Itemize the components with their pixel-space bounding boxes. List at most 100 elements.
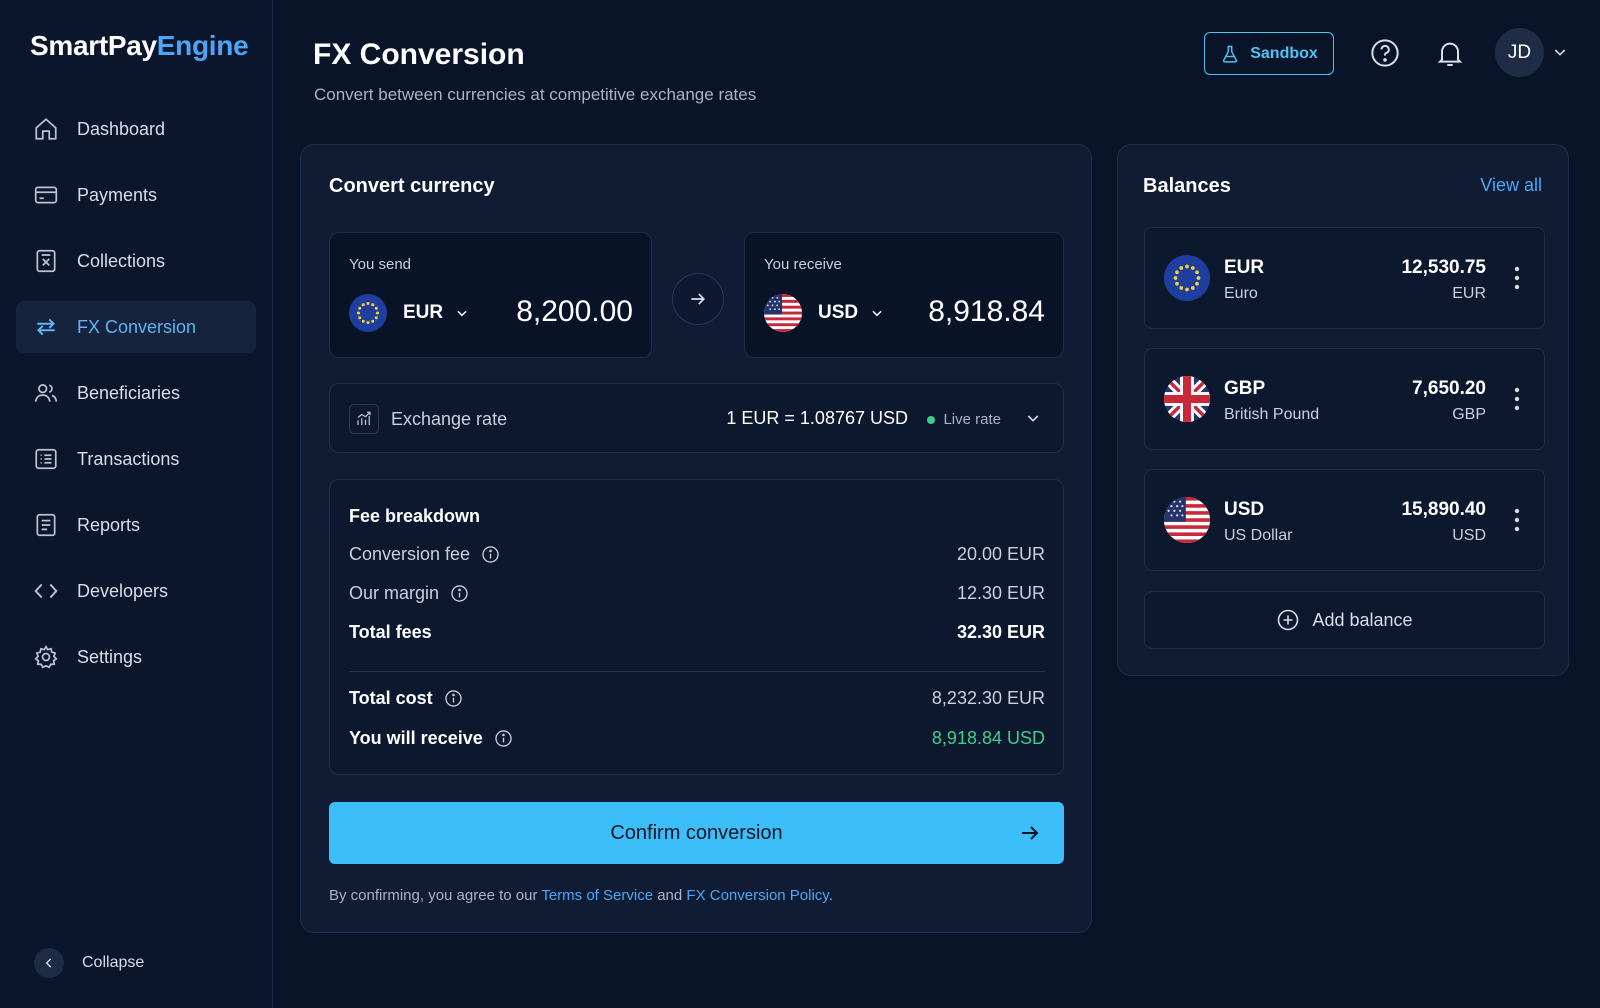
sidebar-item-beneficiaries[interactable]: Beneficiaries bbox=[16, 367, 256, 419]
balance-item-usd[interactable]: USD US Dollar 15,890.40 USD bbox=[1144, 469, 1545, 571]
sidebar-item-label: Dashboard bbox=[77, 118, 166, 139]
margin-row: Our margin 12.30 EUR bbox=[349, 583, 1045, 604]
fx-policy-link[interactable]: FX Conversion Policy bbox=[686, 887, 828, 904]
sidebar-item-collections[interactable]: Collections bbox=[16, 235, 256, 287]
more-vertical-icon[interactable] bbox=[1514, 387, 1520, 411]
sidebar-item-dashboard[interactable]: Dashboard bbox=[16, 103, 256, 155]
chart-icon bbox=[349, 404, 379, 434]
confirm-label: Confirm conversion bbox=[610, 821, 783, 844]
receive-label: You receive bbox=[764, 256, 842, 273]
brand-logo-part-2: Engine bbox=[156, 30, 249, 61]
sidebar-item-label: Payments bbox=[77, 184, 158, 205]
confirm-conversion-button[interactable]: Confirm conversion bbox=[329, 802, 1064, 864]
balances-title: Balances bbox=[1143, 175, 1231, 197]
terms-prefix: By confirming, you agree to our bbox=[329, 887, 542, 904]
help-icon[interactable] bbox=[1369, 37, 1401, 69]
us-flag-icon bbox=[1164, 497, 1210, 543]
arrow-right-icon bbox=[688, 289, 708, 309]
chevron-down-icon[interactable] bbox=[1025, 410, 1041, 426]
sidebar-item-fx-conversion[interactable]: FX Conversion bbox=[16, 301, 256, 353]
sidebar-item-label: Collections bbox=[77, 250, 166, 271]
chevron-left-icon bbox=[34, 948, 64, 978]
receive-amount-box: You receive USD 8,918.84 bbox=[744, 232, 1064, 358]
info-icon[interactable] bbox=[481, 545, 500, 564]
sandbox-button[interactable]: Sandbox bbox=[1204, 32, 1334, 75]
total-fees-row: Total fees 32.30 EUR bbox=[349, 622, 1045, 643]
you-will-receive-row: You will receive 8,918.84 USD bbox=[349, 728, 1045, 749]
sidebar-item-label: Beneficiaries bbox=[77, 382, 181, 403]
eu-flag-icon bbox=[1164, 255, 1210, 301]
sidebar-item-label: Developers bbox=[77, 580, 169, 601]
gb-flag-icon bbox=[1164, 376, 1210, 422]
send-amount-input[interactable]: 8,200.00 bbox=[516, 295, 633, 329]
live-status-dot bbox=[927, 415, 936, 424]
live-rate-label: Live rate bbox=[943, 411, 1001, 428]
sidebar-item-settings[interactable]: Settings bbox=[16, 631, 256, 683]
balance-amount: 15,890.40 bbox=[1401, 499, 1486, 520]
balance-amount: 12,530.75 bbox=[1401, 257, 1486, 278]
chevron-down-icon[interactable] bbox=[1552, 44, 1568, 60]
exchange-rate-label: Exchange rate bbox=[391, 409, 508, 429]
info-icon[interactable] bbox=[450, 584, 469, 603]
send-currency-select[interactable]: EUR bbox=[349, 294, 469, 332]
send-amount-box: You send EUR 8,200.00 bbox=[329, 232, 652, 358]
users-icon bbox=[33, 380, 59, 406]
total-cost-row: Total cost 8,232.30 EUR bbox=[349, 688, 1045, 709]
balance-item-gbp[interactable]: GBP British Pound 7,650.20 GBP bbox=[1144, 348, 1545, 450]
swap-direction-button[interactable] bbox=[672, 273, 724, 325]
sidebar-item-label: FX Conversion bbox=[77, 316, 197, 337]
card-icon bbox=[33, 182, 59, 208]
divider bbox=[349, 671, 1045, 672]
flask-icon bbox=[1220, 44, 1250, 64]
balance-currency: EUR bbox=[1452, 285, 1486, 302]
convert-currency-card: Convert currency You send EUR 8,200.00 Y… bbox=[300, 144, 1092, 933]
us-flag-icon bbox=[764, 294, 802, 332]
bell-icon[interactable] bbox=[1434, 37, 1466, 69]
avatar[interactable]: JD bbox=[1495, 28, 1544, 77]
balance-code: EUR bbox=[1224, 257, 1265, 278]
sandbox-label: Sandbox bbox=[1250, 44, 1318, 62]
conversion-fee-row: Conversion fee 20.00 EUR bbox=[349, 544, 1045, 565]
home-icon bbox=[33, 116, 59, 142]
page-title: FX Conversion bbox=[313, 38, 525, 71]
more-vertical-icon[interactable] bbox=[1514, 508, 1520, 532]
fee-value: 8,232.30 EUR bbox=[931, 688, 1045, 708]
fee-label: Our margin bbox=[349, 583, 440, 603]
sidebar: SmartPayEngine Dashboard Payments Collec… bbox=[0, 0, 273, 1008]
fee-label: Conversion fee bbox=[349, 544, 471, 564]
balance-item-eur[interactable]: EUR Euro 12,530.75 EUR bbox=[1144, 227, 1545, 329]
exchange-rate-row[interactable]: Exchange rate 1 EUR = 1.08767 USD Live r… bbox=[329, 383, 1064, 453]
add-balance-button[interactable]: Add balance bbox=[1144, 591, 1545, 649]
sidebar-item-payments[interactable]: Payments bbox=[16, 169, 256, 221]
sidebar-item-label: Settings bbox=[77, 646, 143, 667]
balance-name: British Pound bbox=[1224, 406, 1320, 423]
collapse-button[interactable]: Collapse bbox=[34, 948, 144, 978]
eu-flag-icon bbox=[349, 294, 387, 332]
receive-currency-code: USD bbox=[818, 302, 859, 323]
terms-suffix: . bbox=[828, 887, 833, 904]
more-vertical-icon[interactable] bbox=[1514, 266, 1520, 290]
info-icon[interactable] bbox=[444, 689, 463, 708]
exchange-rate-value: 1 EUR = 1.08767 USD bbox=[726, 408, 908, 428]
live-rate-badge: Live rate bbox=[927, 411, 1001, 428]
chevron-down-icon bbox=[455, 306, 469, 320]
report-icon bbox=[33, 512, 59, 538]
sidebar-item-developers[interactable]: Developers bbox=[16, 565, 256, 617]
collapse-label: Collapse bbox=[82, 954, 145, 971]
add-balance-label: Add balance bbox=[1312, 609, 1413, 630]
info-icon[interactable] bbox=[494, 729, 513, 748]
sidebar-item-reports[interactable]: Reports bbox=[16, 499, 256, 551]
chevron-down-icon bbox=[870, 306, 884, 320]
brand-logo[interactable]: SmartPayEngine bbox=[30, 30, 249, 62]
terms-of-service-link[interactable]: Terms of Service bbox=[541, 887, 653, 904]
fee-breakdown-title: Fee breakdown bbox=[349, 506, 481, 526]
receive-currency-select[interactable]: USD bbox=[764, 294, 884, 332]
swap-icon bbox=[33, 314, 59, 340]
view-all-link[interactable]: View all bbox=[1480, 175, 1542, 196]
balance-code: USD bbox=[1224, 499, 1265, 520]
terms-and: and bbox=[653, 887, 687, 904]
sidebar-item-transactions[interactable]: Transactions bbox=[16, 433, 256, 485]
sidebar-nav: Dashboard Payments Collections FX Conver… bbox=[16, 103, 256, 697]
balance-code: GBP bbox=[1224, 378, 1266, 399]
avatar-initials: JD bbox=[1507, 41, 1532, 63]
